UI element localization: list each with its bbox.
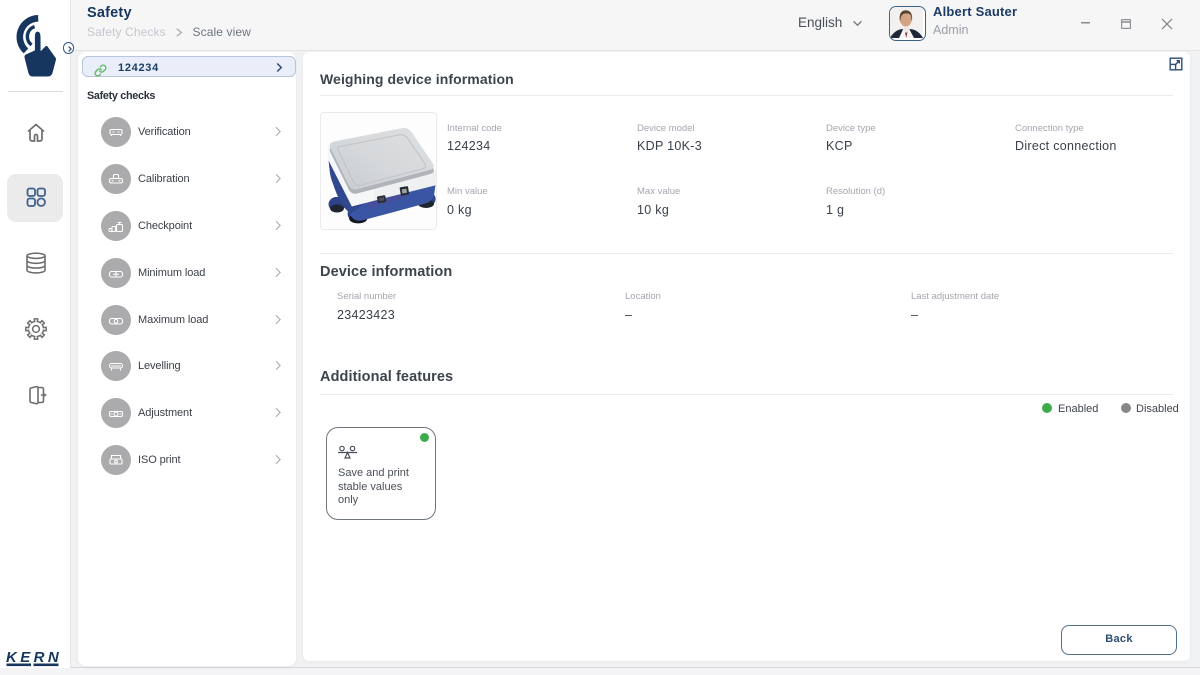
- svg-text:KERN: KERN: [6, 649, 62, 666]
